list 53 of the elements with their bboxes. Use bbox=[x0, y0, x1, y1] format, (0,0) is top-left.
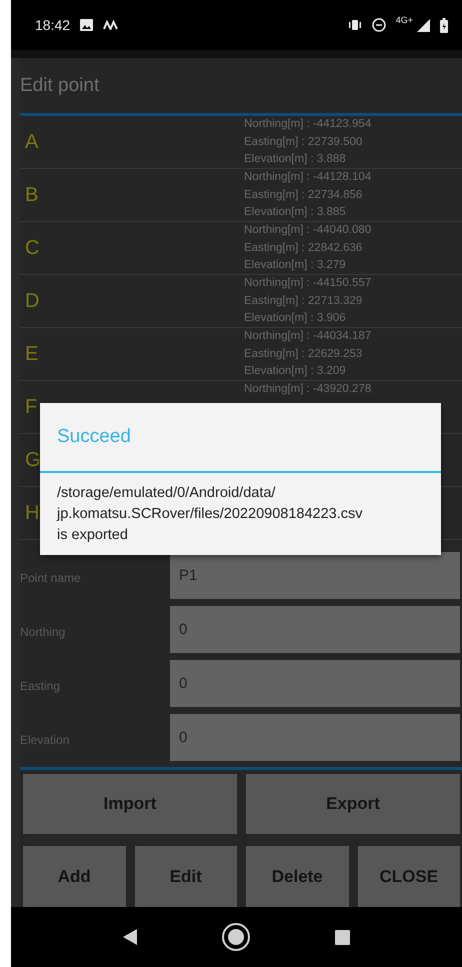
point-name: F bbox=[24, 396, 38, 419]
input-field[interactable]: 0 bbox=[170, 606, 460, 654]
clock: 18:42 bbox=[35, 17, 70, 34]
coordinate-text: Elevation[m] : 3.209 bbox=[244, 364, 347, 380]
do-not-disturb-icon bbox=[372, 18, 386, 32]
coordinate-text: Easting[m] : 22739.500 bbox=[244, 134, 364, 150]
point-row[interactable]: A Northing[m] : -44123.954 Easting[m] : 22739.500 Elevation[m] : 3.888 bbox=[20, 116, 462, 170]
action-button[interactable]: Export bbox=[246, 774, 460, 834]
point-name: D bbox=[24, 290, 40, 313]
coordinate-text: Elevation[m] : 3.885 bbox=[244, 205, 347, 220]
coordinate-text: Northing[m] : -44040.080 bbox=[244, 223, 372, 238]
point-row[interactable]: D Northing[m] : -44150.557 Easting[m] : 22713.329 Elevation[m] : 3.906 bbox=[20, 275, 462, 328]
action-button[interactable]: Edit bbox=[134, 846, 237, 908]
back-icon[interactable] bbox=[123, 929, 137, 946]
coordinate-text: Northing[m] : -43920.278 bbox=[244, 382, 372, 398]
vibrate-icon bbox=[348, 19, 362, 32]
point-name: A bbox=[24, 130, 38, 154]
signal-icon bbox=[417, 18, 430, 32]
action-button[interactable]: Import bbox=[23, 774, 237, 834]
network-type: 4G+ bbox=[396, 15, 413, 25]
coordinate-text: Easting[m] : 22713.329 bbox=[244, 294, 364, 309]
input-field[interactable]: 0 bbox=[170, 660, 460, 708]
point-name: G bbox=[24, 448, 41, 472]
coordinate-text: Elevation[m] : 3.906 bbox=[244, 311, 347, 326]
action-button[interactable]: Delete bbox=[246, 846, 348, 908]
point-row[interactable]: B Northing[m] : -44128.104 Easting[m] : 22734.856 Elevation[m] : 3.885 bbox=[20, 169, 462, 222]
coordinate-text: Northing[m] : -44034.187 bbox=[244, 329, 372, 344]
alert-message: /storage/emulated/0/Android/data/ jp.komatsu.SCRover/files/20220908184223.csv is exported bbox=[56, 484, 364, 545]
coordinate-text: Elevation[m] : 3.888 bbox=[244, 152, 347, 168]
point-name: B bbox=[24, 184, 38, 207]
action-button[interactable]: CLOSE bbox=[358, 846, 460, 908]
recents-icon[interactable] bbox=[335, 930, 350, 945]
home-icon[interactable] bbox=[221, 922, 251, 952]
input-field[interactable]: 0 bbox=[170, 714, 460, 762]
coordinate-text: Easting[m] : 22629.253 bbox=[244, 346, 364, 362]
zigzag-icon bbox=[103, 20, 118, 30]
dialog-title: Edit point bbox=[20, 74, 100, 98]
coordinate-text: Northing[m] : -44128.104 bbox=[244, 170, 372, 186]
coordinate-text: Easting[m] : 22842.636 bbox=[244, 240, 364, 256]
point-name: E bbox=[24, 342, 38, 366]
input-field[interactable]: P1 bbox=[170, 552, 460, 600]
action-button[interactable]: Add bbox=[23, 846, 126, 908]
point-row[interactable]: C Northing[m] : -44040.080 Easting[m] : 22842.636 Elevation[m] : 3.279 bbox=[20, 222, 462, 276]
coordinate-text: Elevation[m] : 3.279 bbox=[244, 258, 347, 274]
image-icon bbox=[80, 19, 94, 32]
battery-icon bbox=[440, 18, 448, 33]
point-row[interactable]: E Northing[m] : -44034.187 Easting[m] : 22629.253 Elevation[m] : 3.209 bbox=[20, 328, 462, 382]
point-name: C bbox=[24, 236, 40, 260]
coordinate-text: Northing[m] : -44123.954 bbox=[244, 117, 372, 132]
coordinate-text: Easting[m] : 22734.856 bbox=[244, 188, 364, 203]
coordinate-text: Northing[m] : -44150.557 bbox=[244, 276, 372, 292]
alert-title: Succeed bbox=[40, 403, 441, 473]
point-name: H bbox=[24, 502, 40, 525]
